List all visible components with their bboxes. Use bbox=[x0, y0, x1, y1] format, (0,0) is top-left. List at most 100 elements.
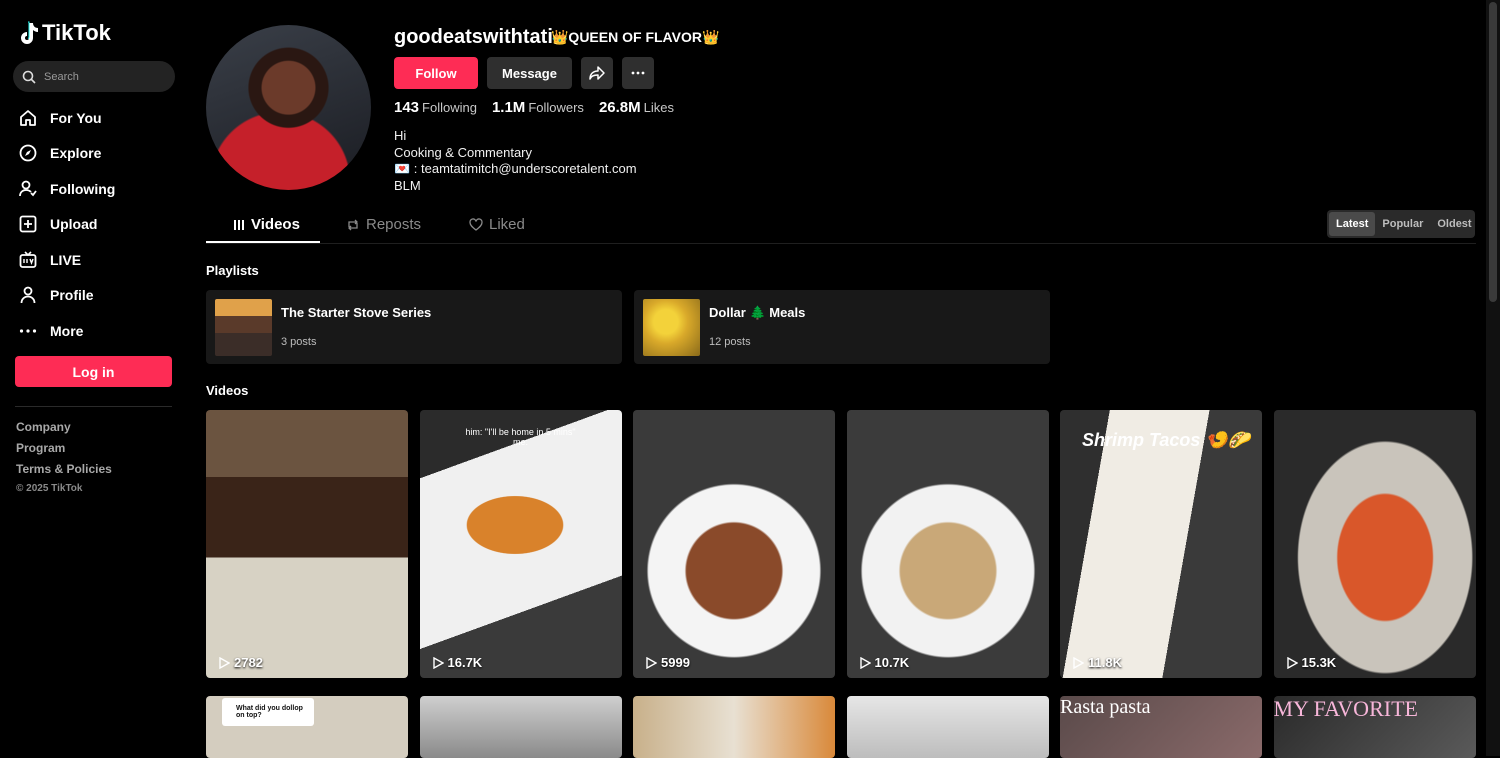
footer-link-program[interactable]: Program bbox=[16, 441, 112, 462]
share-button[interactable] bbox=[581, 57, 613, 89]
bio-line: Cooking & Commentary bbox=[394, 144, 532, 160]
sort-popular[interactable]: Popular bbox=[1375, 212, 1430, 236]
video-card[interactable]: MY FAVORITE bbox=[1273, 696, 1476, 758]
playlist-thumbnail bbox=[215, 299, 272, 356]
page-scrollbar[interactable] bbox=[1486, 0, 1500, 756]
user-follow-icon bbox=[19, 180, 37, 197]
plus-square-icon bbox=[19, 215, 37, 233]
view-count-value: 15.3K bbox=[1301, 655, 1337, 670]
view-count-value: 10.7K bbox=[874, 655, 910, 670]
video-thumbnail-art bbox=[439, 480, 590, 570]
nav-label: Profile bbox=[50, 287, 94, 304]
view-count-value: 5999 bbox=[661, 655, 690, 670]
playlist-name: Dollar 🌲 Meals bbox=[709, 305, 806, 320]
nav-item-upload[interactable]: Upload bbox=[18, 207, 115, 243]
play-icon bbox=[646, 656, 657, 669]
grid-icon bbox=[234, 219, 244, 230]
playlist-count: 12 posts bbox=[709, 336, 751, 348]
stat-followers[interactable]: 1.1M Followers bbox=[492, 99, 584, 117]
stat-following[interactable]: 143 Following bbox=[394, 99, 477, 117]
footer-link-terms[interactable]: Terms & Policies bbox=[16, 462, 112, 483]
nav-item-profile[interactable]: Profile bbox=[18, 278, 115, 314]
sort-toggle: Latest Popular Oldest bbox=[1327, 210, 1475, 238]
footer-link-company[interactable]: Company bbox=[16, 420, 112, 441]
playlist-name: The Starter Stove Series bbox=[281, 305, 432, 320]
playlist-card[interactable]: Dollar 🌲 Meals 12 posts bbox=[634, 290, 1050, 364]
search-icon bbox=[22, 70, 36, 84]
ellipsis-icon bbox=[631, 71, 645, 75]
video-card[interactable]: Rasta pasta bbox=[1060, 696, 1262, 758]
video-card[interactable]: 5999 bbox=[633, 410, 835, 678]
app-name: TikTok bbox=[42, 20, 111, 45]
tab-label: Videos bbox=[251, 216, 300, 233]
sidebar: TikTok For You Explore Following Upload … bbox=[0, 0, 188, 756]
heart-lock-icon bbox=[469, 217, 483, 231]
view-count-value: 11.8K bbox=[1088, 655, 1122, 670]
playlist-card[interactable]: The Starter Stove Series 3 posts bbox=[206, 290, 622, 364]
follow-button[interactable]: Follow bbox=[394, 57, 478, 89]
video-card[interactable]: Shrimp Tacos 🍤🌮 11.8K bbox=[1060, 410, 1262, 678]
tab-label: Reposts bbox=[366, 216, 422, 233]
view-count: 15.3K bbox=[1286, 655, 1337, 670]
video-card[interactable]: 10.7K bbox=[846, 410, 1049, 678]
video-card[interactable] bbox=[846, 696, 1049, 758]
stat-value: 26.8M bbox=[598, 99, 641, 116]
play-icon bbox=[1073, 656, 1084, 669]
video-caption: Rasta pasta bbox=[1060, 696, 1151, 718]
tab-reposts[interactable]: Reposts bbox=[346, 216, 421, 233]
stat-value: 143 bbox=[394, 99, 420, 116]
video-caption: What did you dollop on top? bbox=[222, 698, 314, 726]
play-icon bbox=[219, 656, 230, 669]
sort-latest[interactable]: Latest bbox=[1329, 212, 1376, 236]
tiktok-note-icon bbox=[21, 21, 38, 44]
search-input[interactable] bbox=[44, 70, 154, 83]
play-icon bbox=[432, 656, 444, 669]
stat-likes: 26.8M Likes bbox=[599, 99, 674, 117]
video-caption: Shrimp Tacos 🍤🌮 bbox=[1082, 430, 1251, 450]
copyright: © 2025 TikTok bbox=[16, 483, 83, 494]
tv-icon bbox=[19, 251, 37, 268]
video-caption: him: "I'll be home in 5 mins" me: bbox=[465, 427, 576, 447]
main-nav: For You Explore Following Upload LIVE Pr… bbox=[18, 100, 115, 349]
stat-label: Likes bbox=[643, 100, 674, 115]
video-card[interactable]: 2782 bbox=[206, 410, 408, 678]
stat-label: Following bbox=[422, 100, 477, 115]
login-button[interactable]: Log in bbox=[15, 356, 172, 387]
tiktok-logo[interactable]: TikTok bbox=[18, 20, 111, 46]
playlists-heading: Playlists bbox=[206, 263, 259, 278]
tab-liked[interactable]: Liked bbox=[469, 216, 525, 233]
active-tab-indicator bbox=[206, 241, 320, 243]
playlist-count: 3 posts bbox=[281, 336, 317, 348]
message-button[interactable]: Message bbox=[487, 57, 572, 89]
compass-icon bbox=[19, 144, 37, 162]
nav-item-explore[interactable]: Explore bbox=[18, 136, 115, 172]
repost-icon bbox=[348, 219, 358, 230]
videos-heading: Videos bbox=[206, 383, 249, 398]
video-card[interactable] bbox=[633, 696, 835, 758]
avatar[interactable] bbox=[206, 25, 371, 190]
profile-stats: 143 Following 1.1M Followers 26.8M Likes bbox=[394, 99, 674, 117]
sort-oldest[interactable]: Oldest bbox=[1430, 212, 1478, 236]
video-card[interactable]: What did you dollop on top? bbox=[206, 696, 408, 758]
nav-item-following[interactable]: Following bbox=[18, 171, 115, 207]
nav-item-for-you[interactable]: For You bbox=[18, 100, 115, 136]
bio-line: Hi bbox=[394, 128, 407, 143]
video-caption: MY FAVORITE bbox=[1273, 696, 1418, 721]
view-count: 2782 bbox=[218, 655, 263, 670]
more-options-button[interactable] bbox=[622, 57, 654, 89]
view-count: 10.7K bbox=[859, 655, 910, 670]
home-icon bbox=[20, 109, 36, 126]
tab-videos[interactable]: Videos bbox=[233, 216, 300, 233]
scrollbar-thumb[interactable] bbox=[1489, 2, 1497, 302]
video-card[interactable] bbox=[419, 696, 622, 758]
person-icon bbox=[20, 286, 36, 304]
play-icon bbox=[1286, 656, 1298, 669]
search-bar[interactable] bbox=[13, 61, 175, 92]
share-icon bbox=[589, 66, 605, 80]
video-card[interactable]: 15.3K bbox=[1273, 410, 1476, 678]
bio: Hi Cooking & Commentary 💌 : teamtatimitc… bbox=[394, 128, 637, 194]
nav-item-more[interactable]: More bbox=[18, 313, 115, 349]
nav-item-live[interactable]: LIVE bbox=[18, 242, 115, 278]
view-count-value: 16.7K bbox=[447, 655, 483, 670]
video-card[interactable]: him: "I'll be home in 5 mins" me: 16.7K bbox=[419, 410, 622, 678]
